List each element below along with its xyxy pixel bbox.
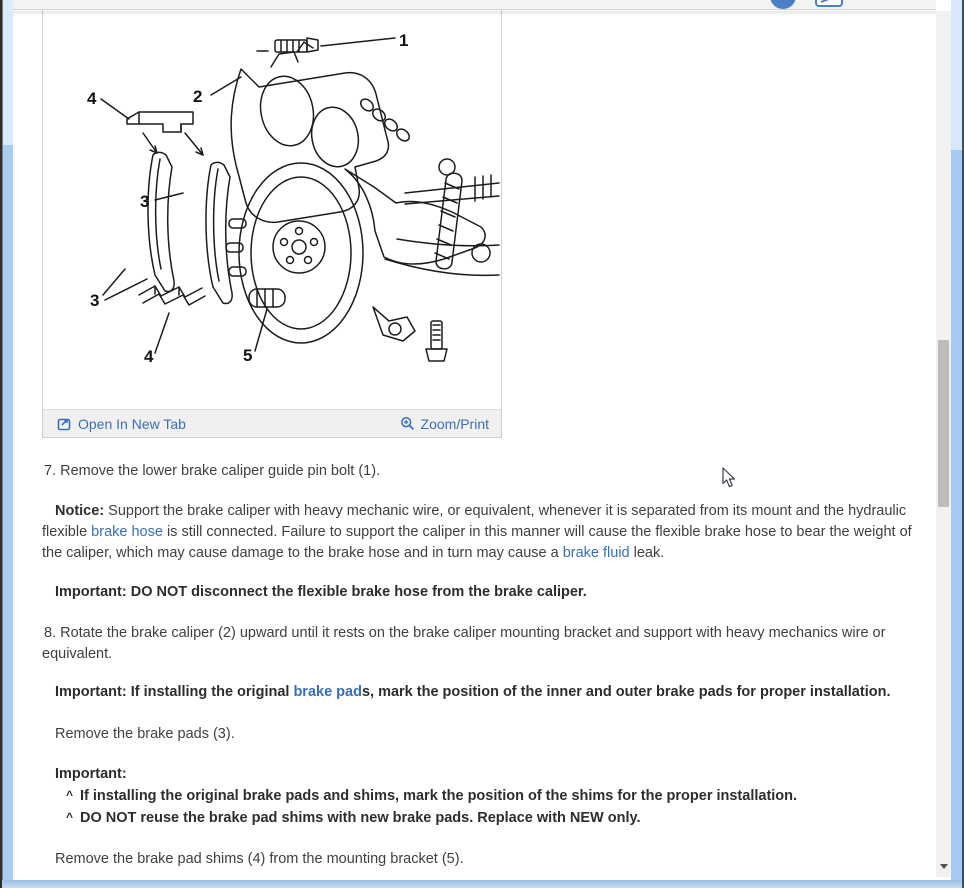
service-manual-page: 1 2 4 3 3 4 5 Open In New Tab Zoom/Print…	[0, 0, 964, 888]
figure-card: 1 2 4 3 3 4 5 Open In New Tab Zoom/Print	[42, 6, 502, 438]
remove-shims-line: Remove the brake pad shims (4) from the …	[55, 851, 464, 867]
window-border-bottom	[2, 880, 962, 888]
step-7: 7. Remove the lower brake caliper guide …	[44, 463, 381, 479]
zoom-print-button[interactable]: Zoom/Print	[400, 416, 489, 432]
callout-label: 3	[90, 291, 99, 310]
document-viewport: 1 2 4 3 3 4 5 Open In New Tab Zoom/Print…	[13, 0, 936, 880]
callout-label: 2	[193, 87, 202, 106]
important-label: Important:	[55, 684, 127, 700]
zoom-print-label: Zoom/Print	[420, 415, 489, 432]
notice-paragraph: Notice: Support the brake caliper with h…	[42, 503, 912, 561]
open-in-new-tab-button[interactable]: Open In New Tab	[57, 416, 186, 432]
important-mark-pads: Important: If installing the original br…	[55, 684, 891, 700]
notice-label: Notice:	[55, 503, 105, 519]
step-8: 8. Rotate the brake caliper (2) upward u…	[42, 625, 886, 662]
window-border-left	[0, 0, 13, 888]
brake-assembly-diagram: 1 2 4 3 3 4 5	[43, 7, 501, 409]
vertical-scrollbar[interactable]	[936, 11, 951, 877]
open-in-new-tab-icon	[57, 418, 71, 430]
brake-hose-link[interactable]: brake hose	[91, 524, 163, 540]
chevron-down-icon	[939, 863, 948, 869]
callout-label: 4	[87, 89, 97, 108]
print-icon[interactable]	[803, 0, 847, 10]
caret-bullet-icon: ^	[66, 788, 74, 802]
callout-label: 5	[243, 346, 252, 365]
scrollbar-thumb[interactable]	[938, 340, 949, 507]
brake-pad-link[interactable]: brake pad	[293, 684, 362, 700]
window-border-right	[951, 0, 964, 888]
important-bullet-1: ^ If installing the original brake pads a…	[42, 785, 924, 807]
mouse-cursor-icon	[722, 467, 736, 488]
important-bullet-2: ^ DO NOT reuse the brake pad shims with n…	[42, 807, 924, 829]
page-header	[13, 0, 936, 16]
procedure-text: 7. Remove the lower brake caliper guide …	[42, 461, 924, 870]
remove-pads-line: Remove the brake pads (3).	[55, 726, 235, 742]
important-no-disconnect: Important: DO NOT disconnect the flexibl…	[55, 584, 587, 600]
scrollbar-down-button[interactable]	[936, 858, 951, 874]
callout-label: 3	[140, 192, 149, 211]
caret-bullet-icon: ^	[66, 810, 74, 824]
important-label: Important:	[55, 584, 127, 600]
callout-label: 4	[144, 347, 154, 366]
important-list-label: Important:	[55, 766, 127, 782]
brake-fluid-link[interactable]: brake fluid	[563, 545, 630, 561]
open-in-new-tab-label: Open In New Tab	[78, 415, 186, 432]
zoom-in-icon	[400, 417, 414, 431]
profile-icon[interactable]	[757, 0, 801, 10]
figure-toolbar: Open In New Tab Zoom/Print	[43, 409, 501, 437]
callout-label: 1	[399, 31, 408, 50]
